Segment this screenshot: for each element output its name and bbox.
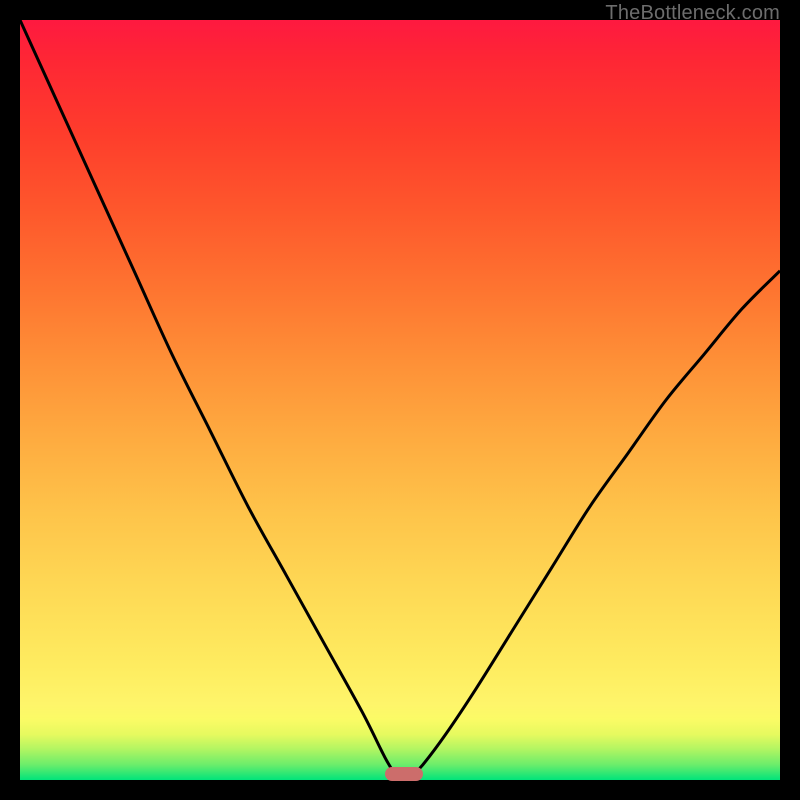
optimum-marker <box>385 767 423 781</box>
curve-svg <box>20 20 780 780</box>
curve-right <box>411 271 780 776</box>
curve-left <box>20 20 396 776</box>
plot-area <box>20 20 780 780</box>
chart-container: TheBottleneck.com <box>0 0 800 800</box>
